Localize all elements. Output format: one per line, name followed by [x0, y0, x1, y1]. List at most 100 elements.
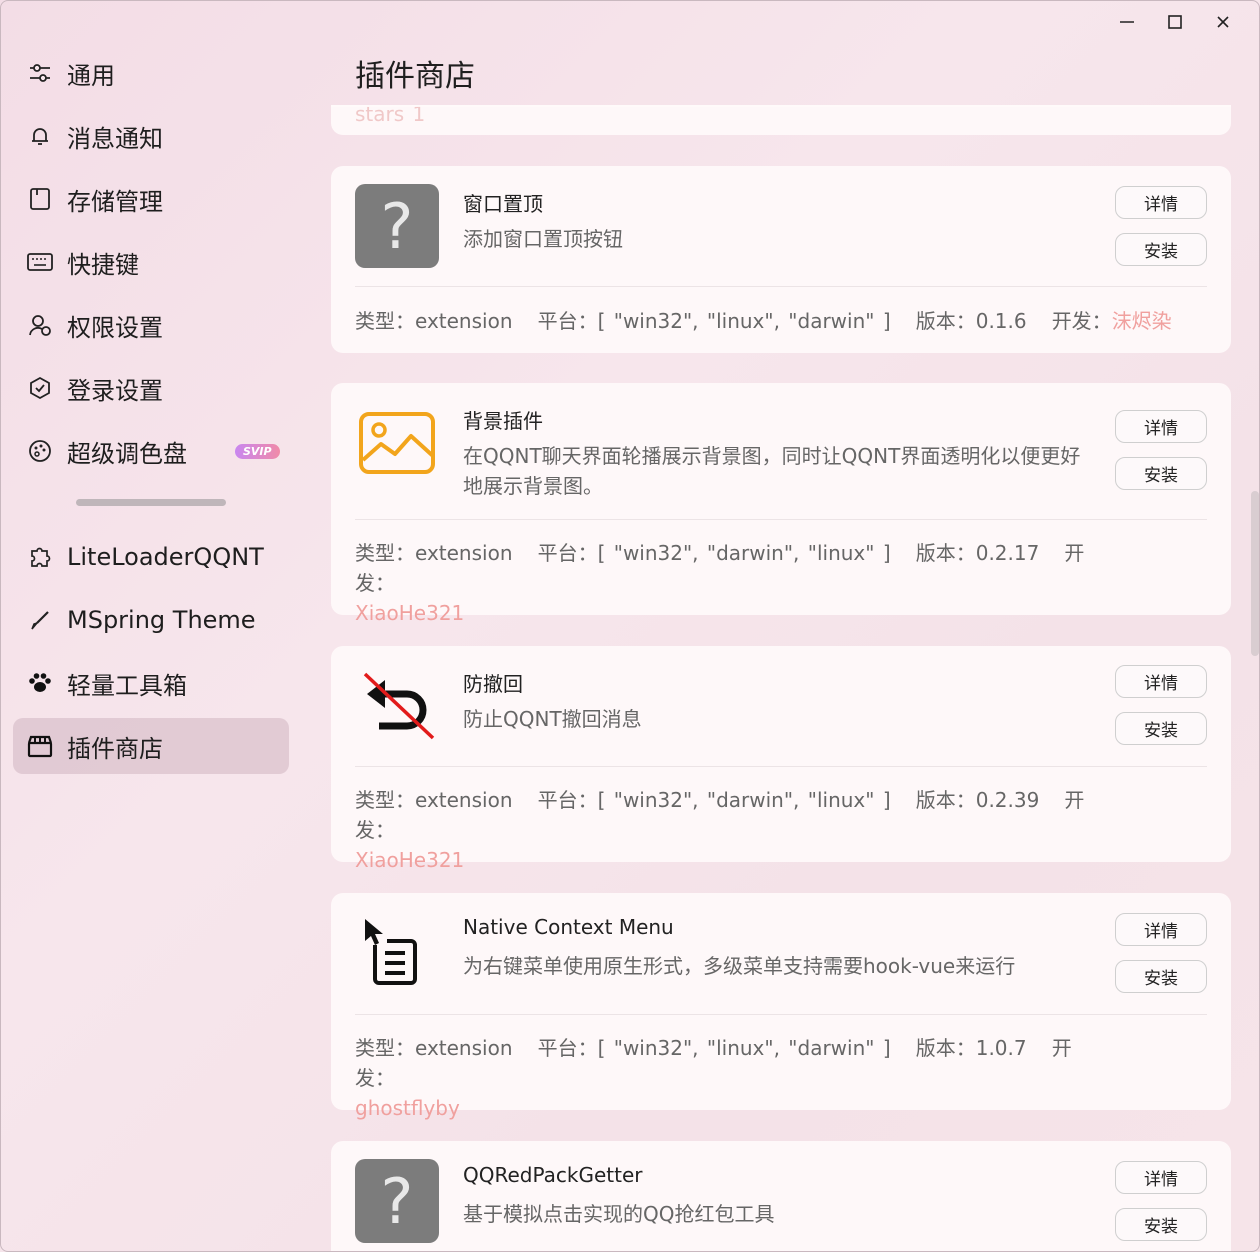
install-button[interactable]: 安装	[1115, 960, 1207, 993]
dev-label: 开发：	[1051, 309, 1112, 333]
plugin-description: 添加窗口置顶按钮	[463, 227, 623, 251]
dev-link[interactable]: ghostflyby	[355, 1096, 460, 1120]
details-button[interactable]: 详情	[1115, 665, 1207, 698]
card-separator	[355, 519, 1207, 520]
sidebar-item-general[interactable]: 通用	[13, 45, 289, 101]
sidebar: 通用 消息通知 存储管理 快捷键 权限设置 登录设置 超级调色盘 SVIP Li…	[1, 1, 301, 1251]
sidebar-item-liteloader[interactable]: LiteLoaderQQNT	[13, 529, 289, 585]
puzzle-icon	[27, 544, 53, 570]
plugin-card: Native Context Menu 为右键菜单使用原生形式，多级菜单支持需要…	[331, 893, 1231, 1120]
sidebar-item-label: 轻量工具箱	[67, 671, 187, 700]
type-value: extension	[415, 541, 513, 565]
details-button[interactable]: 详情	[1115, 410, 1207, 443]
version-value: 0.2.39	[975, 788, 1040, 812]
plugin-meta: 类型：extension 平台：[ "win32", "linux", "dar…	[355, 1033, 1111, 1123]
window-controls	[1103, 7, 1247, 37]
sidebar-item-mspring[interactable]: MSpring Theme	[13, 592, 289, 648]
plugin-name: QQRedPackGetter	[463, 1163, 643, 1187]
plugin-card: ? QQRedPackGetter 基于模拟点击实现的QQ抢红包工具 详情 安装	[331, 1141, 1231, 1251]
bell-icon	[27, 123, 53, 149]
plugin-meta: 类型：extension 平台：[ "win32", "darwin", "li…	[355, 785, 1111, 875]
type-value: extension	[415, 1036, 513, 1060]
plugin-name: 防撤回	[463, 672, 523, 696]
sidebar-item-shortcuts[interactable]: 快捷键	[13, 234, 289, 290]
plugin-list: stars 1 ? 窗口置顶 添加窗口置顶按钮 详情 安装 类型：extensi…	[331, 105, 1231, 1251]
version-value: 1.0.7	[975, 1036, 1027, 1060]
type-label: 类型：	[355, 1036, 415, 1060]
sidebar-item-label: 快捷键	[67, 250, 139, 279]
close-icon	[1217, 16, 1229, 28]
version-label: 版本：	[915, 541, 976, 565]
card-separator	[355, 1014, 1207, 1015]
page-title: 插件商店	[355, 59, 475, 94]
sidebar-item-notifications[interactable]: 消息通知	[13, 108, 289, 164]
sidebar-item-login[interactable]: 登录设置	[13, 360, 289, 416]
platform-label: 平台：	[537, 309, 598, 333]
plugin-card: 背景插件 在QQNT聊天界面轮播展示背景图，同时让QQNT界面透明化以便更好地展…	[331, 383, 1231, 625]
install-button[interactable]: 安装	[1115, 1208, 1207, 1241]
svip-badge: SVIP	[235, 443, 280, 459]
scrollbar-thumb[interactable]	[1251, 491, 1259, 656]
version-label: 版本：	[915, 788, 976, 812]
plugin-description: 防止QQNT撤回消息	[463, 707, 642, 731]
dev-link[interactable]: XiaoHe321	[355, 848, 464, 872]
plugin-meta: 类型：extension 平台：[ "win32", "linux", "dar…	[355, 306, 1207, 336]
platform-value: [ "win32", "darwin", "linux" ]	[597, 541, 891, 565]
sidebar-item-storage[interactable]: 存储管理	[13, 171, 289, 227]
install-button[interactable]: 安装	[1115, 712, 1207, 745]
platform-label: 平台：	[537, 788, 598, 812]
platform-value: [ "win32", "darwin", "linux" ]	[597, 788, 891, 812]
install-button[interactable]: 安装	[1115, 457, 1207, 490]
sidebar-item-toolbox[interactable]: 轻量工具箱	[13, 655, 289, 711]
minimize-button[interactable]	[1103, 7, 1151, 37]
details-button[interactable]: 详情	[1115, 186, 1207, 219]
sidebar-item-permissions[interactable]: 权限设置	[13, 297, 289, 353]
sidebar-item-label: 登录设置	[67, 376, 163, 405]
plugin-name: 背景插件	[463, 409, 543, 433]
version-value: 0.1.6	[975, 309, 1027, 333]
version-label: 版本：	[915, 309, 976, 333]
sidebar-item-palette[interactable]: 超级调色盘 SVIP	[13, 423, 289, 479]
image-icon	[355, 401, 439, 485]
close-button[interactable]	[1199, 7, 1247, 37]
plugin-meta: 类型：extension 平台：[ "win32", "darwin", "li…	[355, 538, 1111, 628]
sidebar-item-label: 权限设置	[67, 313, 163, 342]
sidebar-item-label: LiteLoaderQQNT	[67, 543, 264, 571]
shield-icon	[27, 375, 53, 401]
sliders-icon	[27, 60, 53, 86]
type-value: extension	[415, 788, 513, 812]
minimize-icon	[1120, 21, 1134, 23]
sidebar-item-label: 插件商店	[67, 734, 163, 763]
plugin-description: 在QQNT聊天界面轮播展示背景图，同时让QQNT界面透明化以便更好地展示背景图。	[463, 444, 1081, 498]
brush-icon	[27, 607, 53, 633]
dev-link[interactable]: XiaoHe321	[355, 601, 464, 625]
details-button[interactable]: 详情	[1115, 913, 1207, 946]
card-separator	[355, 766, 1207, 767]
details-button[interactable]: 详情	[1115, 1161, 1207, 1194]
user-lock-icon	[27, 312, 53, 338]
store-icon	[27, 733, 53, 759]
plugin-description: 基于模拟点击实现的QQ抢红包工具	[463, 1202, 775, 1226]
sidebar-item-label: 存储管理	[67, 187, 163, 216]
version-label: 版本：	[915, 1036, 976, 1060]
paw-icon	[27, 670, 53, 696]
plugin-meta-partial: stars 1	[355, 105, 426, 126]
keyboard-icon	[27, 249, 53, 275]
platform-label: 平台：	[537, 1036, 598, 1060]
folder-icon	[27, 186, 53, 212]
plugin-name: Native Context Menu	[463, 915, 674, 939]
type-value: extension	[415, 309, 513, 333]
sidebar-item-label: 超级调色盘	[67, 439, 187, 468]
plugin-card: ? 窗口置顶 添加窗口置顶按钮 详情 安装 类型：extension 平台：[ …	[331, 166, 1231, 353]
plugin-name: 窗口置顶	[463, 192, 543, 216]
install-button[interactable]: 安装	[1115, 233, 1207, 266]
plugin-card-partial: stars 1	[331, 105, 1231, 135]
sidebar-item-plugin-store[interactable]: 插件商店	[13, 718, 289, 774]
platform-value: [ "win32", "linux", "darwin" ]	[597, 1036, 891, 1060]
type-label: 类型：	[355, 788, 415, 812]
maximize-button[interactable]	[1151, 7, 1199, 37]
version-value: 0.2.17	[975, 541, 1040, 565]
platform-value: [ "win32", "linux", "darwin" ]	[597, 309, 891, 333]
maximize-icon	[1168, 15, 1182, 29]
dev-link[interactable]: 沫烬染	[1112, 309, 1172, 333]
